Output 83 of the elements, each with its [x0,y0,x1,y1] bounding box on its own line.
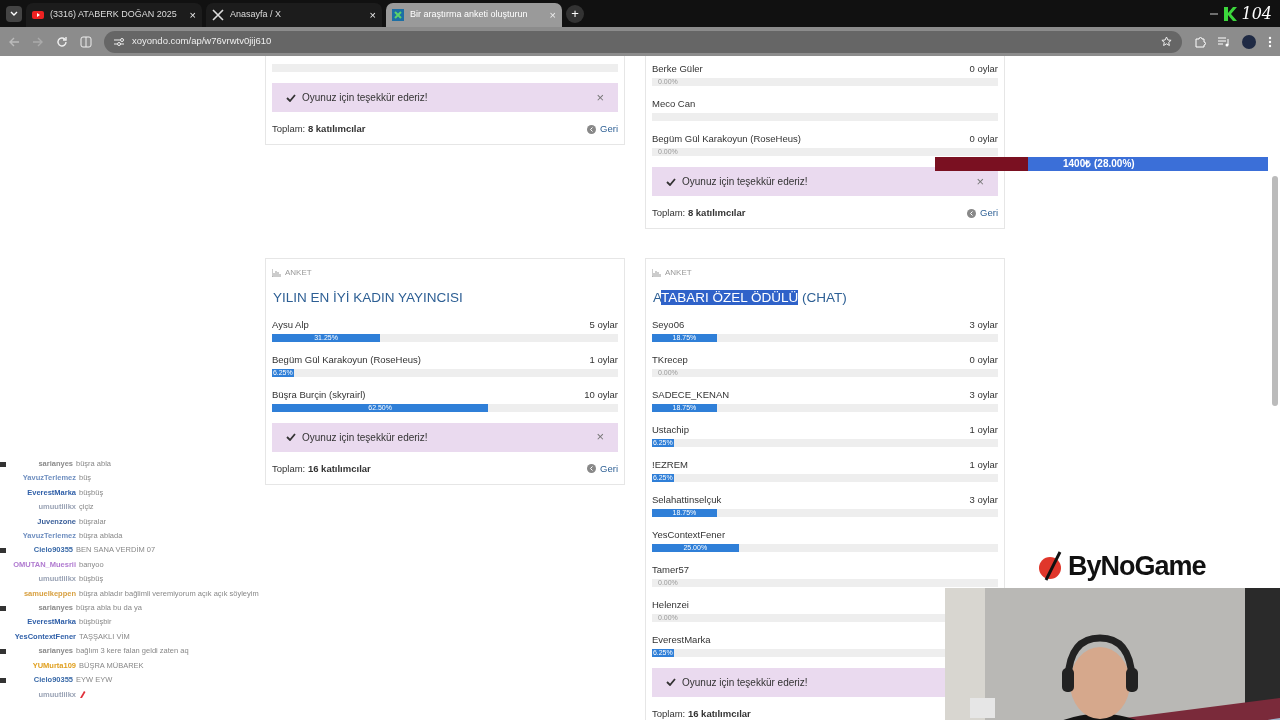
close-tab-button[interactable]: × [369,6,376,24]
vote-count: 5 oylar [589,317,618,332]
reload-icon[interactable] [56,35,68,48]
total-text: Toplam: 8 katılımcılar [272,122,366,136]
back-link[interactable]: Geri [587,122,618,137]
vote-count: 0 oylar [969,62,998,76]
sidebar-icon[interactable] [80,35,92,48]
close-tab-button[interactable]: × [189,6,196,24]
vote-count: 3 oylar [969,387,998,402]
close-button[interactable]: × [976,171,984,192]
menu-icon[interactable] [1268,35,1272,48]
x-logo-icon [212,9,224,21]
option-name: TKrecep [652,352,688,367]
back-icon[interactable] [8,35,20,48]
donation-text: 1400₺ (28.00%) [1063,157,1135,171]
poll-title: YILIN EN İYİ KADIN YAYINCISI [272,289,464,308]
option-name: Selahattinselçuk [652,492,722,507]
option-name: Ustachip [652,422,689,437]
option-name: Helenzei [652,597,689,612]
k-logo-icon [1223,5,1238,22]
close-button[interactable]: × [596,427,604,447]
bar-chart-icon [652,269,661,278]
option-name: Begüm Gül Karakoyun (RoseHeus) [652,132,801,146]
back-link[interactable]: Geri [967,206,998,221]
bar-chart-icon [272,269,281,278]
address-bar[interactable]: xoyondo.com/ap/w76vrwtv0jij610 [104,30,1182,53]
video-icon [32,9,44,21]
alert-text: Oyunuz için teşekkür ederiz! [682,175,808,189]
back-circle-icon [587,124,597,134]
check-icon [286,93,296,102]
poll-label: ANKET [665,267,692,280]
media-icon[interactable] [1218,36,1230,47]
alert-text: Oyunuz için teşekkür ederiz! [682,675,808,690]
site-settings-icon[interactable] [114,36,124,47]
option-name: Büşra Burçin (skyrairl) [272,387,366,402]
vote-count: 1 oylar [969,457,998,472]
chevron-down-icon [10,10,18,17]
tab-title: (3316) ATABERK DOĞAN 2025 [50,8,178,22]
vote-count: 1 oylar [969,422,998,437]
option-name: Berke Güler [652,62,703,76]
vote-count: 1 oylar [589,352,618,367]
browser-tab[interactable]: Anasayfa / X × [206,3,382,27]
total-text: Toplam: 16 katılımcılar [272,461,371,476]
vote-count: 0 oylar [969,132,998,146]
poll-logo-icon [392,9,404,21]
option-name: EverestMarka [652,632,711,647]
option-name: Aysu Alp [272,317,309,332]
option-name: Seyo06 [652,317,685,332]
close-button[interactable]: × [596,87,604,108]
check-icon [666,177,676,186]
alert-text: Oyunuz için teşekkür ederiz! [302,91,428,105]
vote-count: 3 oylar [969,317,998,332]
puzzle-icon[interactable] [1194,35,1206,48]
option-name: YesContextFener [652,527,726,542]
vote-count: 3 oylar [969,492,998,507]
star-icon[interactable] [1161,36,1172,47]
avatar-icon[interactable] [1242,34,1256,49]
option-name: !EZREM [652,457,688,472]
alert-text: Oyunuz için teşekkür ederiz! [302,430,428,445]
total-text: Toplam: 16 katılımcılar [652,706,751,720]
total-text: Toplam: 8 katılımcılar [652,206,746,220]
check-icon [666,678,676,686]
new-tab-button[interactable]: + [566,4,584,23]
tab-title: Bir araştırma anketi oluşturun [410,8,529,22]
option-name: SADECE_KENAN [652,387,730,402]
counter-text: 104 [1241,2,1272,25]
vote-count: 10 oylar [584,387,618,402]
back-circle-icon [587,464,597,474]
sponsor-logo-text: ByNoGame [1068,550,1206,583]
url-text: xoyondo.com/ap/w76vrwtv0jij610 [132,34,273,49]
slash-circle-logo-icon [1038,551,1064,582]
tab-title: Anasayfa / X [230,8,283,22]
check-icon [286,433,296,441]
option-name: Meco Can [652,97,696,111]
pick-emote-icon [79,690,86,700]
browser-tab[interactable]: (3316) ATABERK DOĞAN 2025 × [26,3,202,27]
vote-count: 0 oylar [969,352,998,367]
option-name: Tamer57 [652,562,689,577]
back-link[interactable]: Geri [587,461,618,476]
tab-list-button[interactable] [6,5,22,22]
poll-label: ANKET [285,267,312,280]
back-circle-icon [967,208,977,218]
option-name: Begüm Gül Karakoyun (RoseHeus) [272,352,421,367]
